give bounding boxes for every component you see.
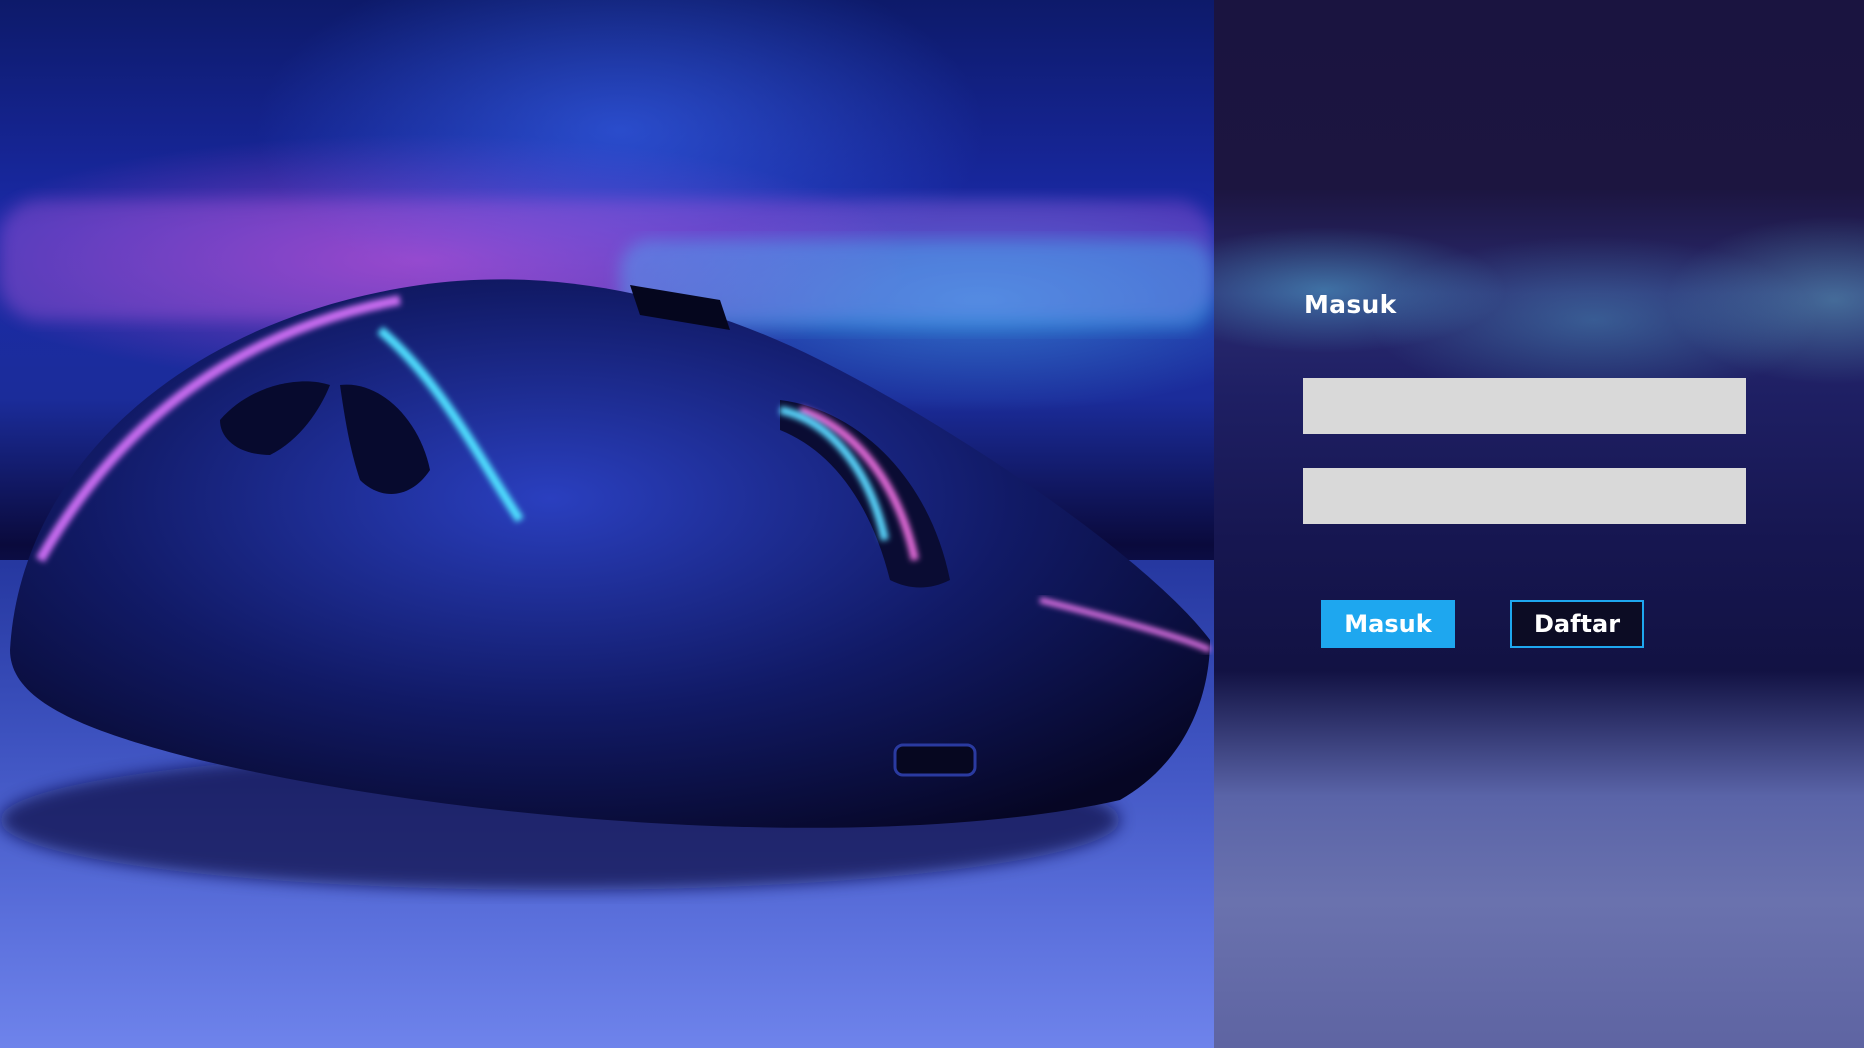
login-button[interactable]: Masuk [1321,600,1455,648]
login-title: Masuk [1304,290,1397,319]
mouse-illustration [0,200,1214,1048]
login-panel: Masuk Masuk Daftar [1214,0,1864,1048]
login-page: Masuk Masuk Daftar [0,0,1864,1048]
register-button[interactable]: Daftar [1510,600,1644,648]
hero-image [0,0,1214,1048]
username-field[interactable] [1303,378,1746,434]
password-field[interactable] [1303,468,1746,524]
